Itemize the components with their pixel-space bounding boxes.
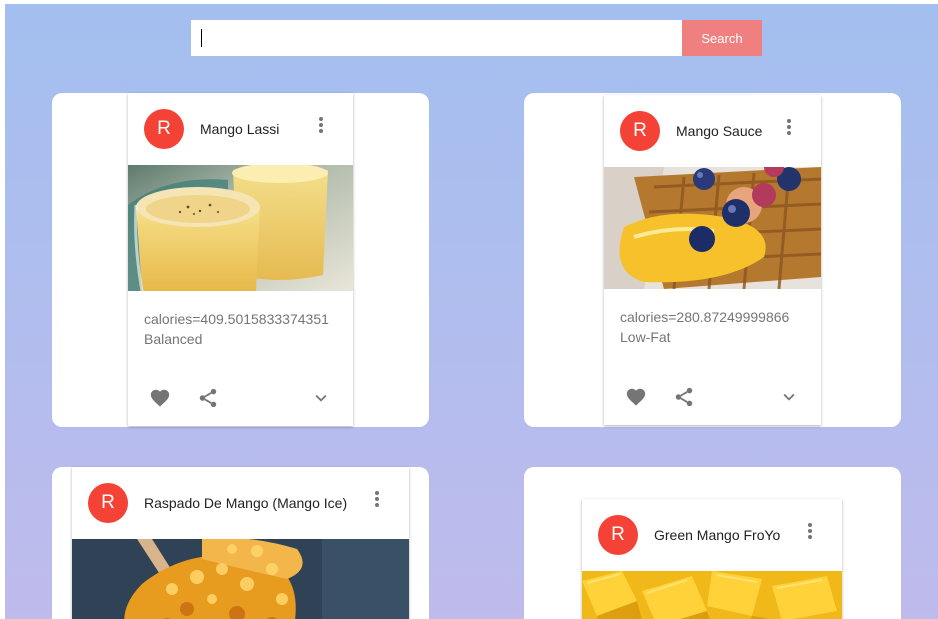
mango-lassi-photo [128, 165, 353, 291]
calories-text: calories=409.5015833374351 [144, 311, 329, 327]
card-header: R Green Mango FroYo [582, 499, 842, 571]
diet-label: Balanced [144, 331, 203, 347]
avatar: R [88, 483, 128, 523]
more-vert-icon[interactable] [798, 519, 822, 543]
avatar: R [144, 109, 184, 149]
mango-ice-photo [72, 539, 409, 619]
more-vert-icon[interactable] [777, 115, 801, 139]
avatar: R [620, 111, 660, 151]
card-title: Green Mango FroYo [654, 527, 781, 543]
card-title: Mango Sauce [676, 123, 763, 139]
page-background: Search R Mango Lassi calories=409.501583… [5, 4, 938, 619]
search-input[interactable] [191, 20, 682, 56]
card-header: R Raspado De Mango (Mango Ice) [72, 467, 409, 539]
share-icon[interactable] [196, 386, 220, 410]
card-actions [128, 378, 353, 418]
card-body: calories=409.5015833374351 Balanced [128, 291, 353, 349]
chevron-down-icon[interactable] [309, 386, 333, 410]
avatar: R [598, 515, 638, 555]
recipe-card-raspado-de-mango: R Raspado De Mango (Mango Ice) [72, 467, 409, 619]
card-title: Raspado De Mango (Mango Ice) [144, 495, 348, 511]
search-bar: Search [191, 20, 762, 56]
card-header: R Mango Sauce [604, 95, 821, 167]
diet-label: Low-Fat [620, 329, 671, 345]
mango-sauce-waffle-photo [604, 167, 821, 289]
calories-text: calories=280.87249999866 [620, 309, 790, 325]
green-mango-froyo-photo [582, 571, 842, 619]
more-vert-icon[interactable] [309, 113, 333, 137]
recipe-card-mango-lassi: R Mango Lassi calories=409.5015833374351… [128, 93, 353, 426]
recipe-card-mango-sauce: R Mango Sauce calories=280.87249999866 L… [604, 95, 821, 425]
more-vert-icon[interactable] [365, 487, 389, 511]
chevron-down-icon[interactable] [777, 385, 801, 409]
card-header: R Mango Lassi [128, 93, 353, 165]
search-button[interactable]: Search [682, 20, 762, 56]
text-caret [201, 29, 202, 47]
heart-icon[interactable] [148, 386, 172, 410]
card-actions [604, 377, 821, 417]
heart-icon[interactable] [624, 385, 648, 409]
share-icon[interactable] [672, 385, 696, 409]
card-body: calories=280.87249999866 Low-Fat [604, 289, 821, 347]
card-title: Mango Lassi [200, 121, 280, 137]
recipe-card-green-mango-froyo: R Green Mango FroYo [582, 499, 842, 619]
